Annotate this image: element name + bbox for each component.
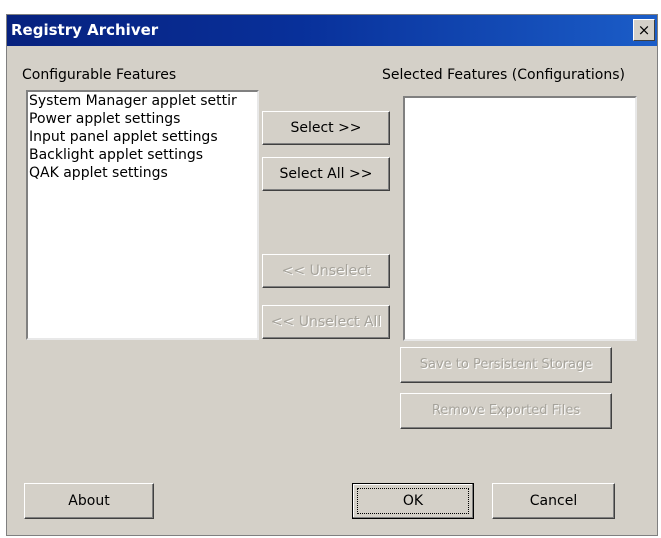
title-bar[interactable]: Registry Archiver × xyxy=(7,15,657,46)
list-item[interactable]: Power applet settings xyxy=(28,110,257,128)
registry-archiver-dialog: Registry Archiver × Configurable Feature… xyxy=(6,14,658,536)
list-item[interactable]: QAK applet settings xyxy=(28,164,257,182)
ok-button[interactable]: OK xyxy=(352,483,474,519)
close-button[interactable]: × xyxy=(633,19,655,41)
unselect-all-button[interactable]: << Unselect All xyxy=(262,305,390,339)
list-item[interactable]: Backlight applet settings xyxy=(28,146,257,164)
about-button[interactable]: About xyxy=(24,483,154,519)
select-button[interactable]: Select >> xyxy=(262,111,390,145)
configurable-features-list[interactable]: System Manager applet settir Power apple… xyxy=(26,90,259,340)
selected-features-label: Selected Features (Configurations) xyxy=(382,67,625,83)
remove-exported-files-button[interactable]: Remove Exported Files xyxy=(400,393,612,429)
close-icon: × xyxy=(637,21,651,39)
window-title: Registry Archiver xyxy=(11,21,159,39)
list-item[interactable]: Input panel applet settings xyxy=(28,128,257,146)
list-item[interactable]: System Manager applet settir xyxy=(28,92,257,110)
save-to-persistent-storage-button[interactable]: Save to Persistent Storage xyxy=(400,347,612,383)
focus-indicator xyxy=(357,488,469,514)
select-all-button[interactable]: Select All >> xyxy=(262,157,390,191)
unselect-button[interactable]: << Unselect xyxy=(262,254,390,288)
cancel-button[interactable]: Cancel xyxy=(492,483,615,519)
selected-features-list[interactable] xyxy=(403,96,637,341)
configurable-features-label: Configurable Features xyxy=(22,67,177,83)
